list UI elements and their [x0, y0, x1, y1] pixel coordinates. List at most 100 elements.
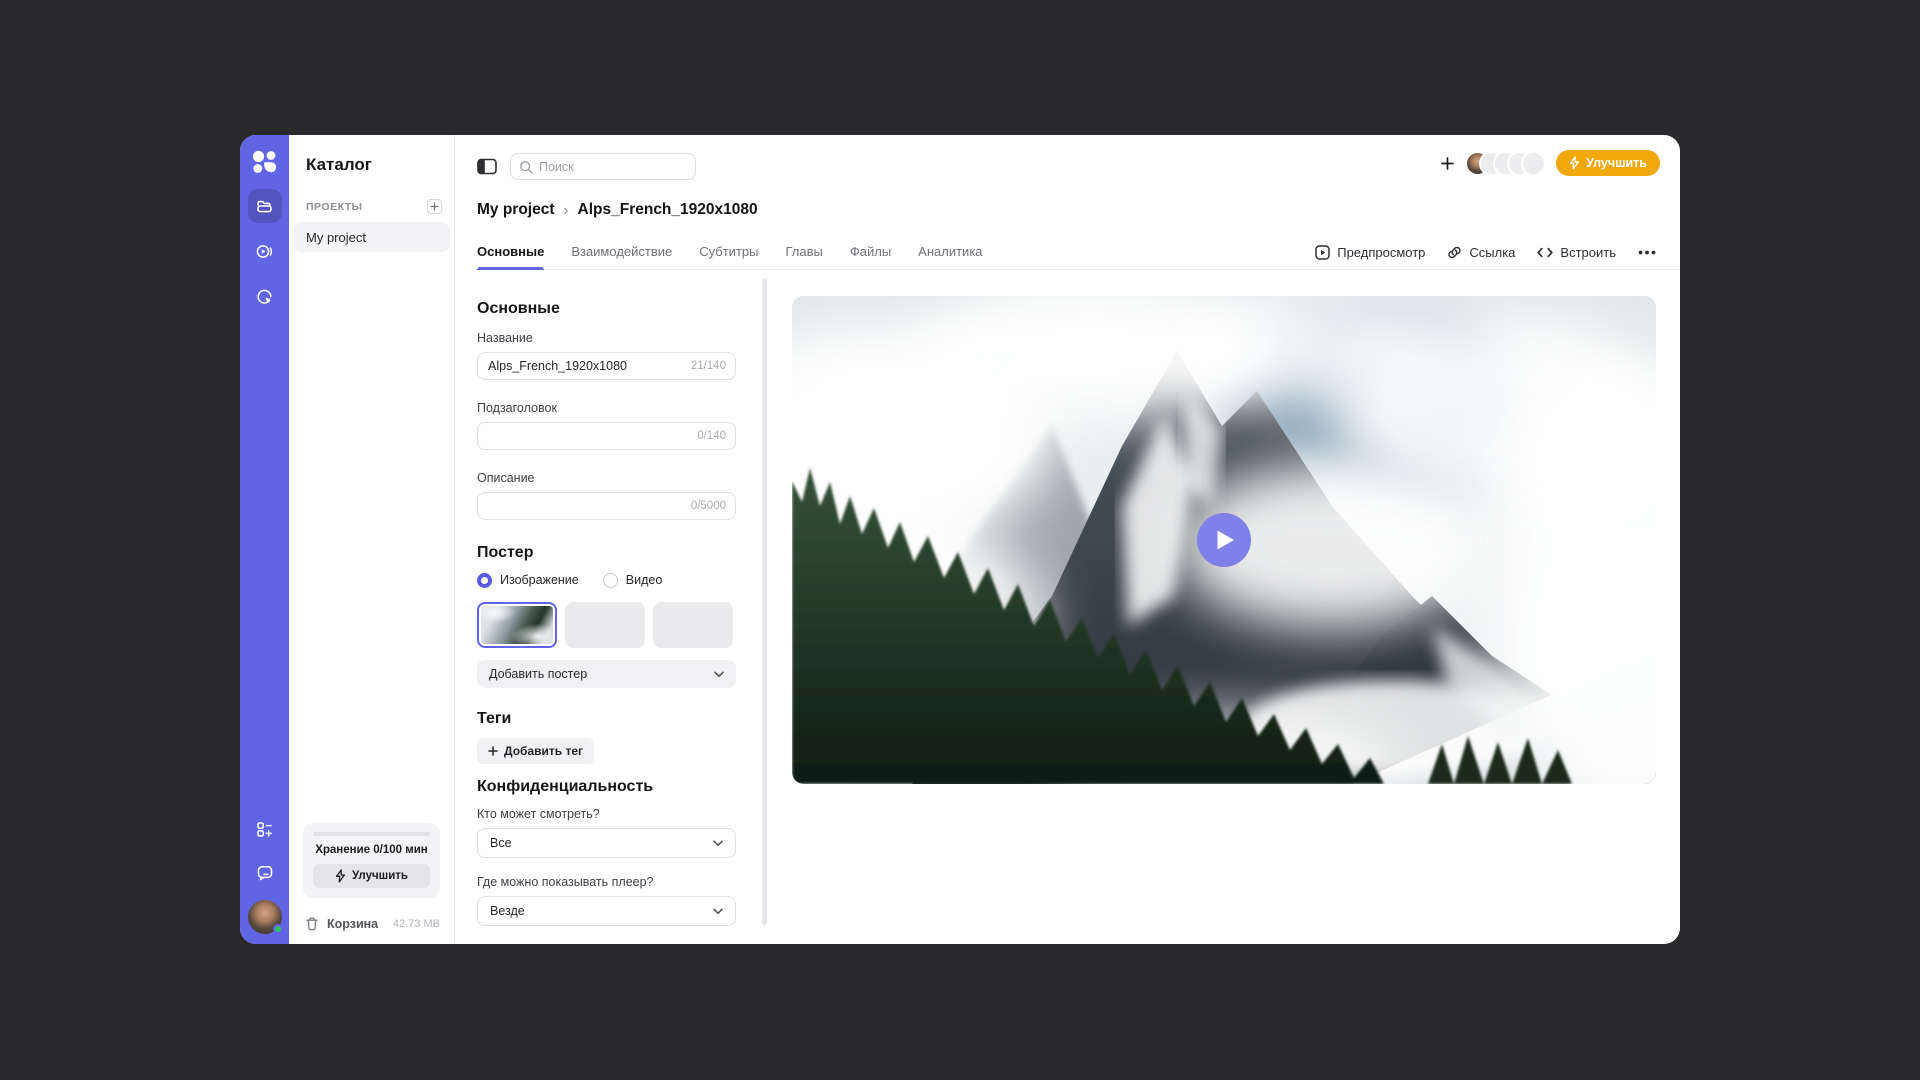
- breadcrumb: My project › Alps_French_1920x1080: [477, 201, 758, 219]
- catalog-panel: Каталог ПРОЕКТЫ My project Хранение 0/10…: [289, 135, 455, 944]
- collapse-sidebar-icon[interactable]: [477, 158, 497, 175]
- where-player-select[interactable]: Везде: [477, 896, 736, 926]
- tab-analytics[interactable]: Аналитика: [918, 234, 982, 269]
- panel-title: Каталог: [306, 155, 454, 175]
- tab-label: Файлы: [850, 244, 891, 259]
- member-avatar-placeholder: [1523, 153, 1544, 174]
- chat-bubble-icon: [256, 864, 274, 882]
- bolt-icon: [335, 869, 346, 883]
- chevron-down-icon: [713, 840, 723, 847]
- sidebar-item-live[interactable]: [248, 234, 282, 268]
- team-avatars[interactable]: [1467, 153, 1544, 174]
- preview-label: Предпросмотр: [1337, 245, 1425, 260]
- primary-sidebar: [240, 135, 289, 944]
- chevron-down-icon: [714, 671, 724, 678]
- more-dots-icon: [1638, 250, 1656, 255]
- more-button[interactable]: [1638, 250, 1656, 255]
- tab-label: Взаимодействие: [571, 244, 672, 259]
- breadcrumb-project[interactable]: My project: [477, 201, 555, 219]
- bolt-icon: [1569, 156, 1580, 170]
- poster-thumb-selected[interactable]: [477, 602, 557, 648]
- sidebar-item-my-project[interactable]: My project: [293, 222, 450, 252]
- project-item-label: My project: [306, 230, 366, 245]
- who-can-watch-label: Кто может смотреть?: [477, 806, 736, 822]
- search-box[interactable]: [510, 153, 696, 180]
- poster-type-radios: Изображение Видео: [477, 572, 736, 588]
- poster-thumb-empty[interactable]: [653, 602, 733, 648]
- preview-button[interactable]: Предпросмотр: [1315, 245, 1425, 260]
- record-circle-icon: [255, 287, 274, 306]
- radio-unselected-icon: [603, 573, 618, 588]
- where-player-value: Везде: [490, 904, 525, 918]
- radio-image-label: Изображение: [500, 573, 579, 587]
- where-player-label: Где можно показывать плеер?: [477, 874, 736, 890]
- embed-button[interactable]: Встроить: [1537, 245, 1616, 260]
- apps-add-button[interactable]: [250, 814, 280, 844]
- sidebar-top-group: [248, 135, 282, 313]
- add-project-button[interactable]: [427, 199, 442, 214]
- video-settings-form: Основные Название 21/140 Подзаголовок 0/…: [455, 270, 755, 944]
- play-button[interactable]: [1197, 513, 1251, 567]
- section-title-tags: Теги: [477, 710, 736, 728]
- radio-image[interactable]: Изображение: [477, 573, 579, 588]
- add-tag-label: Добавить тег: [504, 744, 583, 758]
- storage-progress-bar: [313, 832, 430, 836]
- link-button[interactable]: Ссылка: [1447, 245, 1515, 260]
- trash-row[interactable]: Корзина 42.73 MB: [305, 916, 440, 931]
- form-scrollbar[interactable]: [762, 278, 767, 925]
- topbar-left: [477, 153, 696, 180]
- app-window: Каталог ПРОЕКТЫ My project Хранение 0/10…: [240, 135, 1680, 944]
- video-actions: Предпросмотр Ссылка Встроить: [1315, 234, 1656, 270]
- radio-selected-icon: [477, 573, 492, 588]
- section-title-privacy: Конфиденциальность: [477, 778, 736, 796]
- search-input[interactable]: [539, 160, 669, 174]
- tab-interaction[interactable]: Взаимодействие: [571, 234, 672, 269]
- tab-label: Главы: [785, 244, 822, 259]
- radio-video[interactable]: Видео: [603, 573, 663, 588]
- projects-label: ПРОЕКТЫ: [306, 201, 362, 213]
- code-icon: [1537, 246, 1553, 259]
- embed-label: Встроить: [1560, 245, 1616, 260]
- section-title-main: Основные: [477, 300, 736, 318]
- link-label: Ссылка: [1469, 245, 1515, 260]
- trash-size: 42.73 MB: [393, 918, 440, 930]
- section-title-poster: Постер: [477, 544, 736, 562]
- sidebar-bottom-group: [248, 800, 282, 944]
- tab-subtitles[interactable]: Субтитры: [699, 234, 758, 269]
- upgrade-button[interactable]: Улучшить: [1556, 150, 1660, 176]
- sidebar-item-catalog[interactable]: [248, 189, 282, 223]
- tab-chapters[interactable]: Главы: [785, 234, 822, 269]
- support-chat-button[interactable]: [250, 858, 280, 888]
- who-can-watch-select[interactable]: Все: [477, 828, 736, 858]
- storage-label: Хранение 0/100 мин: [313, 844, 430, 856]
- tab-main[interactable]: Основные: [477, 234, 544, 269]
- folder-icon: [255, 197, 274, 216]
- name-counter: 21/140: [691, 360, 726, 372]
- link-icon: [1447, 245, 1462, 260]
- sidebar-item-record[interactable]: [248, 279, 282, 313]
- invite-member-button[interactable]: [1437, 153, 1457, 173]
- play-icon: [1216, 529, 1236, 551]
- tab-label: Основные: [477, 244, 544, 259]
- main-area: Улучшить My project › Alps_French_1920x1…: [455, 135, 1680, 944]
- poster-thumbnails: [477, 602, 736, 648]
- subtitle-counter: 0/140: [697, 430, 726, 442]
- tab-label: Аналитика: [918, 244, 982, 259]
- plus-icon: [488, 746, 498, 756]
- video-player[interactable]: [792, 296, 1656, 784]
- user-avatar[interactable]: [248, 900, 282, 934]
- poster-thumb-empty[interactable]: [565, 602, 645, 648]
- kinescope-logo-icon[interactable]: [251, 149, 278, 176]
- trash-icon: [305, 916, 319, 931]
- add-poster-dropdown[interactable]: Добавить постер: [477, 660, 736, 688]
- poster-thumb-image: [481, 606, 553, 644]
- plus-icon: [430, 202, 439, 211]
- add-tag-button[interactable]: Добавить тег: [477, 738, 594, 764]
- subtitle-label: Подзаголовок: [477, 400, 736, 416]
- tab-files[interactable]: Файлы: [850, 234, 891, 269]
- storage-improve-button[interactable]: Улучшить: [313, 864, 430, 888]
- add-poster-label: Добавить постер: [489, 667, 587, 681]
- chevron-down-icon: [713, 908, 723, 915]
- broadcast-play-icon: [255, 242, 274, 261]
- trash-label: Корзина: [327, 917, 378, 931]
